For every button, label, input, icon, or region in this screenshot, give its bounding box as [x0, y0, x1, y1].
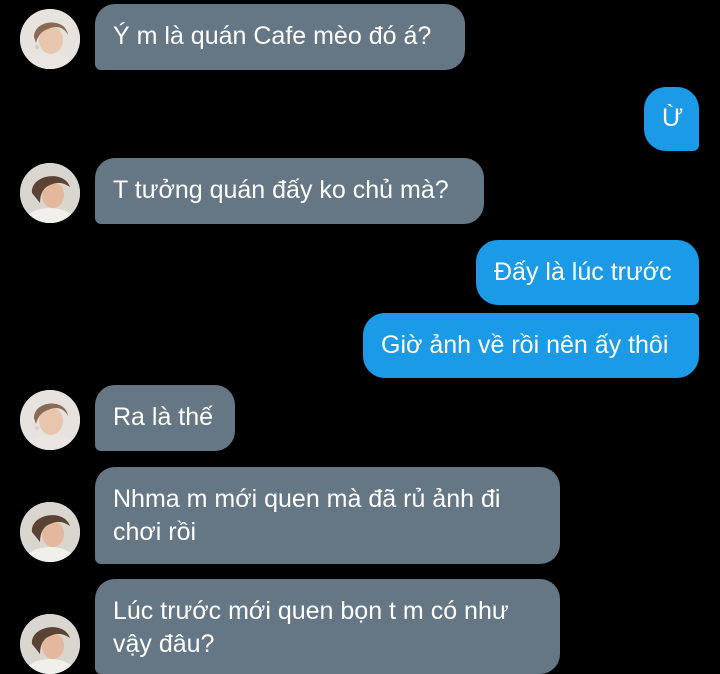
- contact-avatar[interactable]: [20, 390, 80, 450]
- message-bubble-outgoing[interactable]: Giờ ảnh về rồi nên ấy thôi: [363, 313, 699, 378]
- message-bubble-incoming[interactable]: Ý m là quán Cafe mèo đó á?: [95, 4, 465, 70]
- message-bubble-outgoing[interactable]: Đấy là lúc trước: [476, 240, 699, 305]
- message-text: Ừ: [662, 104, 684, 132]
- contact-avatar[interactable]: [20, 614, 80, 674]
- message-text: T tưởng quán đấy ko chủ mà?: [113, 176, 449, 204]
- message-bubble-incoming[interactable]: Nhma m mới quen mà đã rủ ảnh đi chơi rồi: [95, 467, 560, 564]
- message-text: Giờ ảnh về rồi nên ấy thôi: [381, 331, 669, 359]
- message-bubble-incoming[interactable]: T tưởng quán đấy ko chủ mà?: [95, 158, 484, 224]
- message-bubble-incoming[interactable]: Ra là thế: [95, 385, 235, 451]
- message-text: Đấy là lúc trước: [494, 258, 672, 286]
- message-text: Ý m là quán Cafe mèo đó á?: [113, 22, 432, 50]
- contact-avatar[interactable]: [20, 502, 80, 562]
- message-text: Ra là thế: [113, 403, 214, 431]
- message-text: Nhma m mới quen mà đã rủ ảnh đi chơi rồi: [113, 485, 501, 546]
- message-bubble-outgoing[interactable]: Ừ: [644, 87, 699, 151]
- chat-thread: Ý m là quán Cafe mèo đó á? Ừ T tưởng quá…: [0, 0, 720, 674]
- message-bubble-incoming[interactable]: Lúc trước mới quen bọn t m có như vậy đâ…: [95, 579, 560, 674]
- contact-avatar[interactable]: [20, 163, 80, 223]
- message-text: Lúc trước mới quen bọn t m có như vậy đâ…: [113, 597, 509, 658]
- contact-avatar[interactable]: [20, 9, 80, 69]
